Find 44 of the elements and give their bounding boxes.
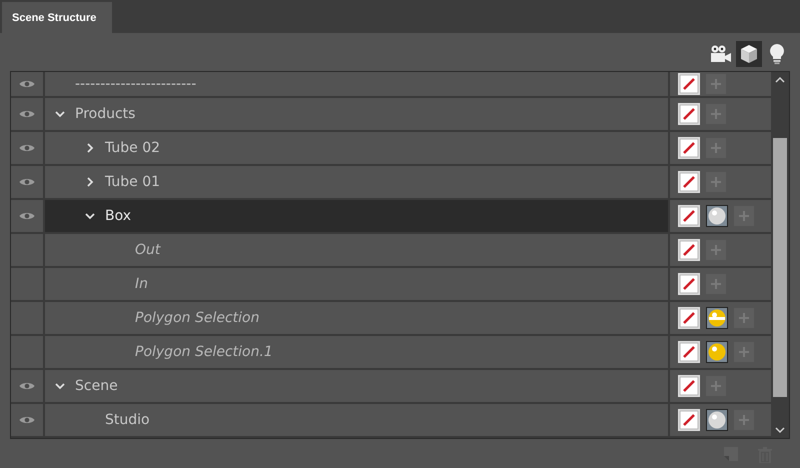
object-name[interactable]: Tube 01 — [105, 174, 160, 190]
chevron-icon[interactable] — [55, 381, 65, 391]
eye-icon[interactable] — [19, 415, 35, 425]
object-name[interactable]: Scene — [75, 378, 118, 394]
scroll-thumb[interactable] — [773, 138, 787, 397]
selection-name[interactable]: Polygon Selection.1 — [135, 344, 273, 360]
object-name[interactable]: Tube 02 — [105, 140, 160, 156]
texture-tag-icon[interactable] — [678, 273, 700, 295]
object-name[interactable]: ------------------------ — [75, 76, 196, 92]
material-swatch-icon[interactable] — [706, 307, 728, 329]
material-swatch-icon[interactable] — [706, 341, 728, 363]
object-name[interactable]: Box — [105, 208, 132, 224]
texture-tag-icon[interactable] — [678, 375, 700, 397]
eye-icon[interactable] — [19, 381, 35, 391]
scroll-up-icon[interactable] — [775, 76, 785, 84]
chevron-icon[interactable] — [85, 143, 95, 153]
texture-tag-icon[interactable] — [678, 73, 700, 95]
eye-icon[interactable] — [19, 143, 35, 153]
scroll-down-icon[interactable] — [775, 426, 785, 434]
eye-icon[interactable] — [19, 177, 35, 187]
texture-tag-icon[interactable] — [678, 137, 700, 159]
selection-name[interactable]: In — [135, 276, 148, 292]
object-name[interactable]: Products — [75, 106, 136, 122]
selection-name[interactable]: Polygon Selection — [135, 310, 260, 326]
selection-name[interactable]: Out — [135, 242, 160, 258]
texture-tag-icon[interactable] — [678, 103, 700, 125]
texture-tag-icon[interactable] — [678, 239, 700, 261]
texture-tag-icon[interactable] — [678, 341, 700, 363]
scrollbar[interactable] — [771, 72, 789, 438]
chevron-icon[interactable] — [85, 211, 95, 221]
eye-icon[interactable] — [19, 109, 35, 119]
eye-icon[interactable] — [19, 211, 35, 221]
eye-icon[interactable] — [19, 79, 35, 89]
texture-tag-icon[interactable] — [678, 409, 700, 431]
texture-tag-icon[interactable] — [678, 205, 700, 227]
chevron-icon[interactable] — [55, 109, 65, 119]
cube-button[interactable] — [736, 41, 762, 67]
texture-tag-icon[interactable] — [678, 171, 700, 193]
panel-tab[interactable]: Scene Structure — [2, 2, 112, 33]
material-swatch-icon[interactable] — [706, 205, 728, 227]
material-swatch-icon[interactable] — [706, 409, 728, 431]
texture-tag-icon[interactable] — [678, 307, 700, 329]
chevron-icon[interactable] — [85, 177, 95, 187]
object-name[interactable]: Studio — [105, 412, 150, 428]
